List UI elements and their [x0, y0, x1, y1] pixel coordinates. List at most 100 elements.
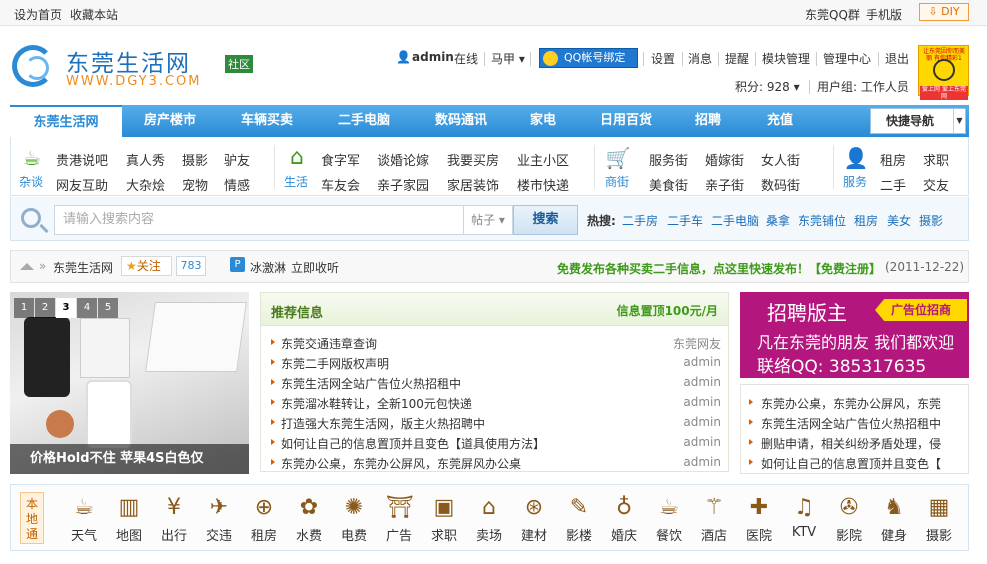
slide-pager-item[interactable]: 5 — [98, 298, 118, 318]
category-link[interactable]: 美食街 — [649, 175, 688, 194]
points-dropdown[interactable]: 积分: 928 ▾ — [735, 78, 800, 95]
weibo-user[interactable]: 冰激淋 — [250, 259, 286, 276]
smiley-banner[interactable]: 让东莞因你而美丽 有你精彩1 爱上网 爱上东莞网 — [918, 45, 969, 100]
local-service-fitness[interactable]: ♞ 健身 — [876, 495, 912, 544]
list-item[interactable]: 东莞办公桌，东莞办公屏风，东莞屏风办公桌 admin — [271, 453, 721, 473]
nav-realestate[interactable]: 房产楼市 — [130, 105, 210, 137]
list-item[interactable]: 东莞交通违章查询 东莞网友 — [271, 333, 721, 353]
side-list-item-title[interactable]: 删贴申请，相关纠纷矛盾处理，侵 — [761, 435, 941, 452]
category-link[interactable]: 租房 — [880, 150, 906, 169]
header-link-settings[interactable]: 设置 — [651, 50, 675, 67]
category-link[interactable]: 贵港说吧 — [56, 150, 108, 169]
category-link[interactable]: 真人秀 — [126, 150, 165, 169]
hot-search-link[interactable]: 桑拿 — [766, 212, 790, 229]
logo-title[interactable]: 东莞生活网 — [66, 44, 191, 78]
list-item-author[interactable]: 东莞网友 — [673, 335, 721, 352]
category-link[interactable]: 车友会 — [321, 175, 360, 194]
follow-button[interactable]: ★关注 — [121, 256, 172, 276]
slide-pager-item-current[interactable]: 3 — [56, 298, 76, 318]
local-service-traffic[interactable]: ✈ 交违 — [201, 495, 237, 544]
local-service-travel[interactable]: ¥ 出行 — [156, 495, 192, 544]
local-service-build[interactable]: ⊛ 建材 — [516, 495, 552, 544]
category-link[interactable]: 驴友 — [224, 150, 250, 169]
category-link[interactable]: 数码街 — [761, 175, 800, 194]
local-service-electric[interactable]: ✺ 电费 — [336, 495, 372, 544]
list-item-title[interactable]: 东莞交通违章查询 — [281, 335, 377, 352]
nav-vehicles[interactable]: 车辆买卖 — [227, 105, 307, 137]
set-home-link[interactable]: 设为首页 — [14, 6, 62, 23]
nav-appliances[interactable]: 家电 — [518, 105, 568, 137]
list-item-author[interactable]: admin — [683, 435, 721, 449]
category-link[interactable]: 亲子家园 — [377, 175, 429, 194]
list-item[interactable]: 东莞生活网全站广告位火热招租中 admin — [271, 373, 721, 393]
list-item[interactable]: 打造强大东莞生活网，版主火热招聘中 admin — [271, 413, 721, 433]
slide-pager-item[interactable]: 2 — [35, 298, 55, 318]
category-link[interactable]: 家居装饰 — [447, 175, 499, 194]
horse-dropdown[interactable]: 马甲 ▾ — [491, 50, 525, 67]
slide-pager-item[interactable]: 4 — [77, 298, 97, 318]
recommend-top-price-link[interactable]: 信息置顶100元/月 — [617, 302, 718, 319]
category-link[interactable]: 交友 — [923, 175, 949, 194]
category-link[interactable]: 楼市快递 — [517, 175, 569, 194]
side-list-item[interactable]: 删贴申请，相关纠纷矛盾处理，侵 — [749, 433, 964, 453]
category-link[interactable]: 我要买房 — [447, 150, 499, 169]
list-item-author[interactable]: admin — [683, 395, 721, 409]
list-item[interactable]: 东莞溜冰鞋转让，全新100元包快递 admin — [271, 393, 721, 413]
header-link-logout[interactable]: 退出 — [885, 50, 909, 67]
list-item-author[interactable]: admin — [683, 415, 721, 429]
nav-home[interactable]: 东莞生活网 — [10, 105, 122, 137]
local-service-map[interactable]: ▥ 地图 — [111, 495, 147, 544]
local-service-ktv[interactable]: ♫ KTV — [786, 495, 822, 540]
local-service-photo[interactable]: ▦ 摄影 — [921, 495, 957, 544]
header-link-modules[interactable]: 模块管理 — [762, 50, 810, 67]
breadcrumb-site[interactable]: 东莞生活网 — [53, 259, 113, 276]
list-item-author[interactable]: admin — [683, 355, 721, 369]
side-list-item[interactable]: 如何让自己的信息置顶并且变色【 — [749, 453, 964, 473]
quick-nav-button[interactable]: 快捷导航 ▼ — [870, 108, 966, 134]
category-name[interactable]: 服务 — [843, 173, 867, 190]
side-list-item-title[interactable]: 如何让自己的信息置顶并且变色【 — [761, 455, 941, 472]
category-link[interactable]: 服务街 — [649, 150, 688, 169]
category-link[interactable]: 婚嫁街 — [705, 150, 744, 169]
local-service-rent[interactable]: ⊕ 租房 — [246, 495, 282, 544]
local-service-mall[interactable]: ⌂ 卖场 — [471, 495, 507, 544]
local-service-hospital[interactable]: ✚ 医院 — [741, 495, 777, 544]
category-link[interactable]: 谈婚论嫁 — [377, 150, 429, 169]
side-list-item-title[interactable]: 东莞生活网全站广告位火热招租中 — [761, 415, 941, 432]
search-button[interactable]: 搜索 — [513, 205, 578, 235]
nav-recharge[interactable]: 充值 — [750, 105, 810, 137]
hot-search-link[interactable]: 二手房 — [622, 212, 658, 229]
search-type-select[interactable]: 帖子 ▾ — [463, 205, 513, 235]
search-input[interactable]: 请输入搜索内容 — [54, 205, 464, 235]
category-name[interactable]: 生活 — [284, 173, 308, 190]
slideshow[interactable]: 1 2 3 4 5 价格Hold不住 苹果4S白色仅 — [10, 292, 249, 474]
local-service-dining[interactable]: ☕ 餐饮 — [651, 495, 687, 544]
hot-search-link[interactable]: 东莞铺位 — [798, 212, 846, 229]
local-service-ad[interactable]: ⛩ 广告 — [381, 495, 417, 544]
side-list-item[interactable]: 东莞生活网全站广告位火热招租中 — [749, 413, 964, 433]
local-service-cinema[interactable]: ✇ 影院 — [831, 495, 867, 544]
list-item-title[interactable]: 如何让自己的信息置顶并且变色【道具使用方法】 — [281, 435, 545, 452]
listen-link[interactable]: 立即收听 — [291, 259, 339, 276]
list-item[interactable]: 如何让自己的信息置顶并且变色【道具使用方法】 admin — [271, 433, 721, 453]
category-link[interactable]: 二手 — [880, 175, 906, 194]
diy-button[interactable]: ⇩ DIY — [919, 3, 969, 21]
qq-group-link[interactable]: 东莞QQ群 — [805, 6, 860, 23]
list-item-title[interactable]: 东莞溜冰鞋转让，全新100元包快递 — [281, 395, 472, 412]
hot-search-link[interactable]: 美女 — [887, 212, 911, 229]
hot-search-link[interactable]: 二手电脑 — [711, 212, 759, 229]
list-item-title[interactable]: 东莞生活网全站广告位火热招租中 — [281, 375, 461, 392]
nav-digital[interactable]: 数码通讯 — [421, 105, 501, 137]
category-link[interactable]: 大杂烩 — [126, 175, 165, 194]
list-item-title[interactable]: 东莞办公桌，东莞办公屏风，东莞屏风办公桌 — [281, 455, 521, 472]
category-link[interactable]: 亲子街 — [705, 175, 744, 194]
category-name[interactable]: 杂谈 — [19, 173, 43, 190]
header-link-admin[interactable]: 管理中心 — [823, 50, 871, 67]
post-notice-link[interactable]: 免费发布各种买卖二手信息，点这里快速发布！【免费注册】 — [557, 260, 881, 277]
category-link[interactable]: 摄影 — [182, 150, 208, 169]
local-service-job[interactable]: ▣ 求职 — [426, 495, 462, 544]
category-link[interactable]: 业主小区 — [517, 150, 569, 169]
username-link[interactable]: admin — [412, 50, 454, 64]
category-link[interactable]: 宠物 — [182, 175, 208, 194]
local-service-hotel[interactable]: ⚚ 酒店 — [696, 495, 732, 544]
